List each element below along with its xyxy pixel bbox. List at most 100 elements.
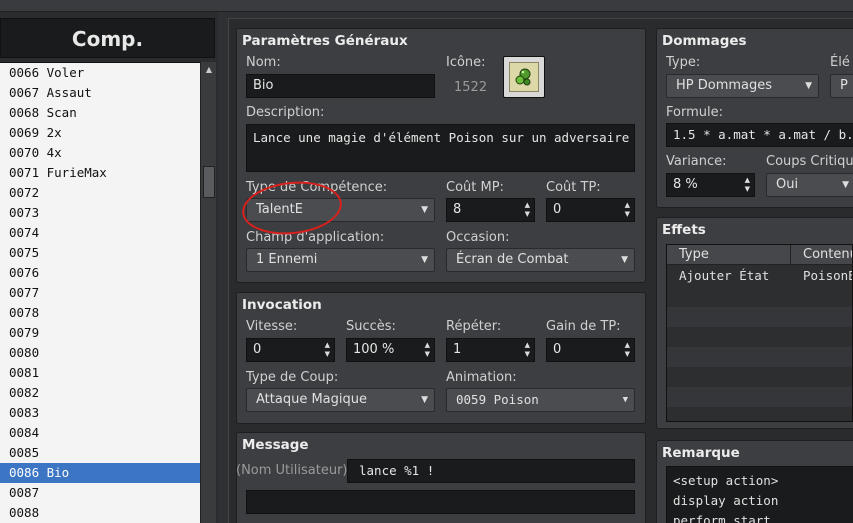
formula-input[interactable]: 1.5 * a.mat * a.mat / b.mdf [666,123,853,147]
effect-content-cell: PoisonE [803,268,853,283]
list-item[interactable]: 0084 [0,423,200,443]
list-item[interactable]: 0068 Scan [0,103,200,123]
list-item[interactable]: 0066 Voler [0,63,200,83]
hit-type-value: Attaque Magique [256,392,367,407]
skill-type-select[interactable]: TalentE ▼ [246,198,435,222]
formula-label: Formule: [666,105,723,120]
stepper-arrows-icon[interactable]: ▲ ▼ [325,341,330,359]
table-row[interactable]: Ajouter État PoisonE [667,265,853,287]
occasion-value: Écran de Combat [456,252,569,267]
scope-value: 1 Ennemi [256,252,318,267]
mp-cost-stepper[interactable]: 8 ▲ ▼ [446,198,535,222]
critical-value: Oui [776,177,799,192]
list-item[interactable]: 0067 Assaut [0,83,200,103]
hit-type-label: Type de Coup: [246,370,339,385]
tp-cost-stepper[interactable]: 0 ▲ ▼ [546,198,635,222]
description-label: Description: [246,105,325,120]
variance-stepper[interactable]: 8 % ▲ ▼ [666,173,755,197]
list-item[interactable]: 0078 [0,303,200,323]
tp-cost-label: Coût TP: [546,180,601,195]
skill-icon-picker[interactable] [503,56,545,98]
success-label: Succès: [346,319,396,334]
damage-type-value: HP Dommages [676,78,773,93]
name-input[interactable]: Bio [246,74,435,98]
message-line1-input[interactable]: lance %1 ! [347,459,635,483]
user-name-tag: (Nom Utilisateur) [236,463,348,478]
list-item[interactable]: 0082 [0,383,200,403]
list-item[interactable]: 0087 [0,483,200,503]
list-item[interactable]: 0070 4x [0,143,200,163]
skill-list-scrollbar[interactable]: ▲ [200,62,216,523]
chevron-down-icon: ▼ [805,81,812,91]
repeat-label: Répéter: [446,319,502,334]
variance-value: 8 % [673,177,698,192]
stepper-arrows-icon[interactable]: ▲ ▼ [625,201,630,219]
list-item[interactable]: 0076 [0,263,200,283]
list-item[interactable]: 0077 [0,283,200,303]
variance-label: Variance: [666,154,727,169]
stepper-arrows-icon[interactable]: ▲ ▼ [525,201,530,219]
damage-type-label: Type: [666,55,701,70]
success-stepper[interactable]: 100 % ▲ ▼ [346,338,435,362]
chevron-down-icon: ▼ [622,395,628,405]
list-item[interactable]: 0080 [0,343,200,363]
message-line2-input[interactable] [246,490,635,514]
list-item[interactable]: 0072 [0,183,200,203]
scope-select[interactable]: 1 Ennemi ▼ [246,248,435,272]
note-line: perform start [673,513,771,523]
general-settings-title: Paramètres Généraux [242,33,408,49]
hit-type-select[interactable]: Attaque Magique ▼ [246,388,435,412]
list-item[interactable]: 0074 [0,223,200,243]
tp-gain-stepper[interactable]: 0 ▲ ▼ [546,338,635,362]
scroll-thumb[interactable] [203,166,215,198]
animation-label: Animation: [446,370,517,385]
note-textarea[interactable]: <setup action> display action perform st… [666,466,853,523]
chevron-down-icon: ▼ [421,255,428,265]
list-item[interactable]: 0069 2x [0,123,200,143]
chevron-down-icon: ▼ [421,395,428,405]
stepper-arrows-icon[interactable]: ▲ ▼ [525,341,530,359]
effects-table[interactable]: Type Contenu Ajouter État PoisonE [666,244,853,422]
element-label: Élé [830,55,850,70]
damage-title: Dommages [662,33,747,49]
stepper-arrows-icon[interactable]: ▲ ▼ [425,341,430,359]
list-item[interactable]: 0081 [0,363,200,383]
list-item[interactable]: 0088 [0,503,200,523]
top-toolbar-strip [0,0,853,12]
occasion-select[interactable]: Écran de Combat ▼ [446,248,635,272]
effects-header-type[interactable]: Type [667,245,791,265]
list-item[interactable]: 0086 Bio [0,463,200,483]
mp-cost-value: 8 [453,202,462,217]
speed-value: 0 [253,342,262,357]
note-line: display action [673,493,779,508]
effects-header-content[interactable]: Contenu [791,245,852,265]
tp-gain-label: Gain de TP: [546,319,621,334]
critical-select[interactable]: Oui ▼ [766,173,853,197]
stepper-arrows-icon[interactable]: ▲ ▼ [625,341,630,359]
damage-type-select[interactable]: HP Dommages ▼ [666,74,819,98]
icon-label: Icône: [446,55,486,70]
list-item[interactable]: 0079 [0,323,200,343]
animation-value: 0059 Poison [456,392,539,407]
effect-type-cell: Ajouter État [679,268,770,283]
element-select[interactable]: P [830,74,853,98]
scroll-up-icon[interactable]: ▲ [201,62,217,78]
list-item[interactable]: 0075 [0,243,200,263]
speed-stepper[interactable]: 0 ▲ ▼ [246,338,335,362]
repeat-stepper[interactable]: 1 ▲ ▼ [446,338,535,362]
skill-list[interactable]: 0066 Voler 0067 Assaut 0068 Scan 0069 2x 007… [0,62,200,523]
list-item[interactable]: 0073 [0,203,200,223]
skill-type-value: TalentE [256,202,303,217]
list-item[interactable]: 0085 [0,443,200,463]
description-textarea[interactable]: Lance une magie d'élément Poison sur un … [246,124,635,172]
animation-select[interactable]: 0059 Poison ▼ [446,388,635,412]
invocation-title: Invocation [242,297,322,313]
scope-label: Champ d'application: [246,230,385,245]
tp-gain-value: 0 [553,342,562,357]
list-item[interactable]: 0083 [0,403,200,423]
list-item[interactable]: 0071 FurieMax [0,163,200,183]
chevron-down-icon: ▼ [421,205,428,215]
note-title: Remarque [662,445,740,461]
stepper-arrows-icon[interactable]: ▲ ▼ [745,176,750,194]
name-label: Nom: [246,55,281,70]
